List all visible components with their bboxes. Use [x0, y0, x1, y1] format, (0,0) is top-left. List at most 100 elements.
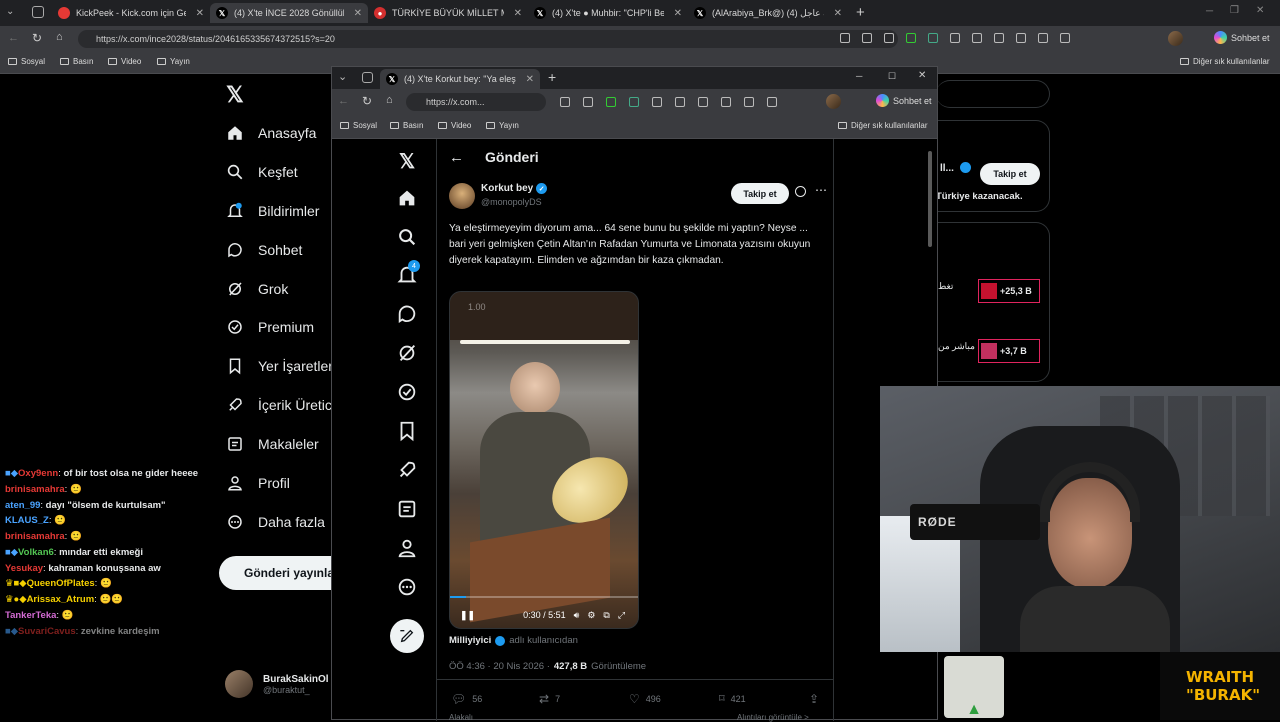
article-icon[interactable]: [396, 498, 418, 520]
tab-actions-icon[interactable]: ⌄: [338, 70, 347, 83]
extension-icon[interactable]: [767, 97, 777, 107]
repost-button[interactable]: ⇄ 7: [539, 692, 560, 706]
extension-icon[interactable]: [583, 97, 593, 107]
new-tab-icon[interactable]: +: [856, 4, 865, 21]
relevant-tab[interactable]: Alakalı: [449, 713, 473, 722]
nav-articles[interactable]: Makaleler: [226, 435, 319, 453]
nav-grok[interactable]: Grok: [226, 280, 288, 298]
pip-icon[interactable]: ⧉: [603, 610, 609, 621]
tab-ince2028[interactable]: 𝕏 (4) X'te İNCE 2028 Gönüllüleri: "Al✕: [210, 3, 368, 23]
author-name[interactable]: Korkut bey ✓: [481, 183, 548, 194]
extension-icon[interactable]: [972, 33, 982, 43]
close-tab-icon[interactable]: ✕: [674, 8, 682, 19]
back-arrow-icon[interactable]: ←: [8, 32, 19, 44]
close-tab-icon[interactable]: ✕: [526, 74, 534, 85]
like-button[interactable]: ♡ 496: [629, 692, 661, 706]
nav-explore[interactable]: Keşfet: [226, 163, 298, 181]
extension-icon[interactable]: [950, 33, 960, 43]
tab-alarabiya[interactable]: 𝕏 (AlArabiya_Brk@) العربية عاجل (4)✕: [688, 3, 848, 23]
maximize-icon[interactable]: ❐: [1230, 5, 1239, 16]
copilot-button[interactable]: Sohbet et: [1214, 31, 1270, 44]
search-icon[interactable]: [396, 226, 418, 248]
notifications-nav[interactable]: 4: [396, 260, 420, 286]
new-tab-icon[interactable]: +: [548, 69, 556, 85]
tab-tbmm[interactable]: ● TÜRKİYE BÜYÜK MİLLET MECLİSİ✕: [368, 3, 528, 23]
maximize-icon[interactable]: ☐: [888, 71, 896, 82]
nav-bookmarks[interactable]: Yer İşaretleri: [226, 357, 336, 375]
close-window-icon[interactable]: ✕: [918, 70, 926, 81]
home-icon[interactable]: ⌂: [386, 94, 393, 106]
extension-icon[interactable]: [1038, 33, 1048, 43]
home-icon[interactable]: [396, 187, 418, 209]
other-bookmarks[interactable]: Diğer sık kullanılanlar: [838, 121, 927, 130]
fullscreen-icon[interactable]: ⤢: [618, 610, 625, 621]
view-quotes-link[interactable]: Alıntıları görüntüle >: [737, 713, 809, 722]
bookmark-folder-video[interactable]: Video: [438, 121, 471, 130]
nav-chat[interactable]: Sohbet: [226, 241, 302, 259]
bookmark-folder-sosyal[interactable]: Sosyal: [340, 121, 377, 130]
video-player[interactable]: 1.00 ❚❚ 0:30 / 5:51 🔊︎ ⚙︎ ⧉ ⤢: [449, 291, 639, 629]
extension-icon[interactable]: [606, 97, 616, 107]
extension-icon[interactable]: [1060, 33, 1070, 43]
premium-icon[interactable]: [396, 381, 418, 403]
close-tab-icon[interactable]: ✕: [354, 8, 362, 19]
tab-actions-icon[interactable]: ⌄: [6, 6, 20, 20]
home-icon[interactable]: ⌂: [56, 31, 63, 43]
chat-icon[interactable]: [396, 303, 418, 325]
bookmark-folder-sosyal[interactable]: Sosyal: [8, 57, 45, 66]
extension-icon[interactable]: [744, 97, 754, 107]
copilot-button[interactable]: Sohbet et: [876, 94, 932, 107]
extension-icon[interactable]: [906, 33, 916, 43]
bookmark-folder-basin[interactable]: Basın: [390, 121, 423, 130]
close-tab-icon[interactable]: ✕: [514, 8, 522, 19]
compose-post-button[interactable]: [390, 619, 424, 653]
person-icon[interactable]: [396, 537, 418, 559]
follow-button[interactable]: Takip et: [980, 163, 1040, 185]
more-options-icon[interactable]: ⋯: [815, 183, 827, 197]
extension-icon[interactable]: [675, 97, 685, 107]
profile-avatar[interactable]: [1168, 31, 1183, 46]
more-icon[interactable]: [396, 576, 418, 598]
pause-icon[interactable]: ❚❚: [460, 610, 475, 621]
nav-profile[interactable]: Profil: [226, 474, 290, 492]
back-search-box[interactable]: [936, 80, 1050, 108]
bookmark-folder-video[interactable]: Video: [108, 57, 141, 66]
extension-icon[interactable]: [698, 97, 708, 107]
extension-icon[interactable]: [721, 97, 731, 107]
back-arrow-icon[interactable]: ←: [338, 95, 349, 107]
back-profile-card[interactable]: BurakSakinOl @buraktut_: [225, 670, 329, 698]
extension-icon[interactable]: [928, 33, 938, 43]
nav-notifications[interactable]: Bildirimler: [226, 202, 319, 220]
bookmark-button[interactable]: ⌑ 421: [719, 692, 746, 705]
workspaces-icon[interactable]: [362, 72, 373, 83]
tab-muhbir[interactable]: 𝕏 (4) X'te ● Muhbir: "CHP'li Belediy✕: [528, 3, 688, 23]
extension-icon[interactable]: [862, 33, 872, 43]
back-x-logo-icon[interactable]: 𝕏: [226, 82, 244, 108]
rocket-icon[interactable]: [396, 459, 418, 481]
nav-creator[interactable]: İçerik Üretici: [226, 396, 335, 414]
trend-badge[interactable]: +3,7 B: [978, 339, 1040, 363]
reload-icon[interactable]: ↻: [32, 31, 42, 45]
share-button[interactable]: ⇪: [809, 692, 819, 706]
author-handle[interactable]: @monopolyDS: [481, 197, 542, 207]
workspaces-icon[interactable]: [32, 6, 44, 18]
front-url-field[interactable]: https://x.com...: [406, 93, 546, 111]
reply-button[interactable]: 💬︎ 56: [451, 692, 482, 706]
minimize-icon[interactable]: ─: [856, 71, 862, 81]
author-avatar[interactable]: [449, 183, 475, 209]
follow-button[interactable]: Takip et: [731, 183, 789, 204]
extension-icon[interactable]: [884, 33, 894, 43]
settings-icon[interactable]: ⚙︎: [587, 610, 595, 621]
bookmark-folder-yayin[interactable]: Yayın: [486, 121, 519, 130]
bookmark-folder-yayin[interactable]: Yayın: [157, 57, 190, 66]
extension-icon[interactable]: [1016, 33, 1026, 43]
nav-more[interactable]: Daha fazla: [226, 513, 325, 531]
volume-icon[interactable]: 🔊︎: [574, 610, 580, 621]
back-arrow-icon[interactable]: ←: [449, 149, 464, 166]
close-tab-icon[interactable]: ✕: [196, 8, 204, 19]
extension-icon[interactable]: [629, 97, 639, 107]
nav-home[interactable]: Anasayfa: [226, 124, 316, 142]
grok-icon[interactable]: [396, 342, 418, 364]
extension-icon[interactable]: [840, 33, 850, 43]
reload-icon[interactable]: ↻: [362, 94, 372, 108]
